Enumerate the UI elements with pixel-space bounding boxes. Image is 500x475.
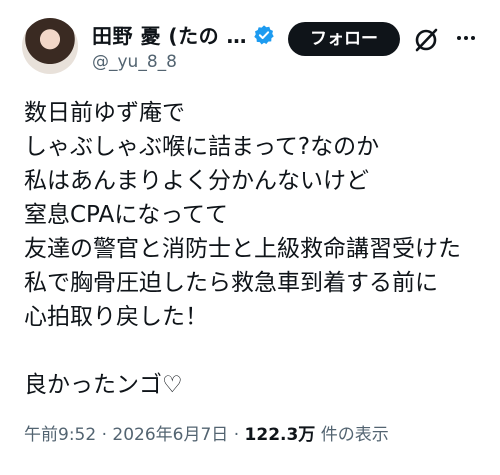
ellipsis-icon [457, 36, 475, 40]
display-name[interactable]: 田野 憂 (たの … [92, 20, 247, 49]
tweet-line: しゃぶしゃぶ喉に詰まって?なのか [24, 134, 380, 160]
tweet-text: 数日前ゆず庵で しゃぶしゃぶ喉に詰まって?なのか 私はあんまりよく分かんないけど… [24, 96, 484, 402]
tweet-line: 数日前ゆず庵で [24, 100, 185, 126]
tweet-line: 良かったンゴ♡ [24, 372, 183, 398]
separator: · [228, 425, 245, 445]
tweet-line: 友達の警官と消防士と上級救命講習受けた [24, 236, 461, 262]
verified-badge-icon [254, 24, 274, 45]
views-label: 件の表示 [315, 425, 389, 445]
tweet-line: 私で胸骨圧迫したら救急車到着する前に [24, 270, 438, 296]
avatar[interactable] [22, 18, 78, 74]
tweet-line: 心拍取り戻した！ [24, 304, 208, 330]
tweet-meta: 午前9:52 · 2026年6月7日 · 122.3万 件の表示 [24, 420, 389, 445]
name-row: 田野 憂 (たの … [92, 20, 275, 49]
grok-icon[interactable] [412, 26, 440, 54]
tweet-line: 私はあんまりよく分かんないけど [24, 168, 369, 194]
follow-button[interactable]: フォロー [288, 22, 400, 56]
tweet-line [24, 334, 484, 368]
separator: · [96, 425, 113, 445]
user-handle[interactable]: @_yu_8_8 [92, 52, 177, 72]
views-count: 122.3万 [244, 425, 316, 445]
tweet-header: 田野 憂 (たの … @_yu_8_8 フォロー [0, 0, 500, 90]
more-icon[interactable] [452, 24, 480, 52]
post-date[interactable]: 2026年6月7日 [112, 425, 228, 445]
tweet-line: 窒息CPAになってて [24, 202, 229, 228]
post-time[interactable]: 午前9:52 [24, 425, 96, 445]
